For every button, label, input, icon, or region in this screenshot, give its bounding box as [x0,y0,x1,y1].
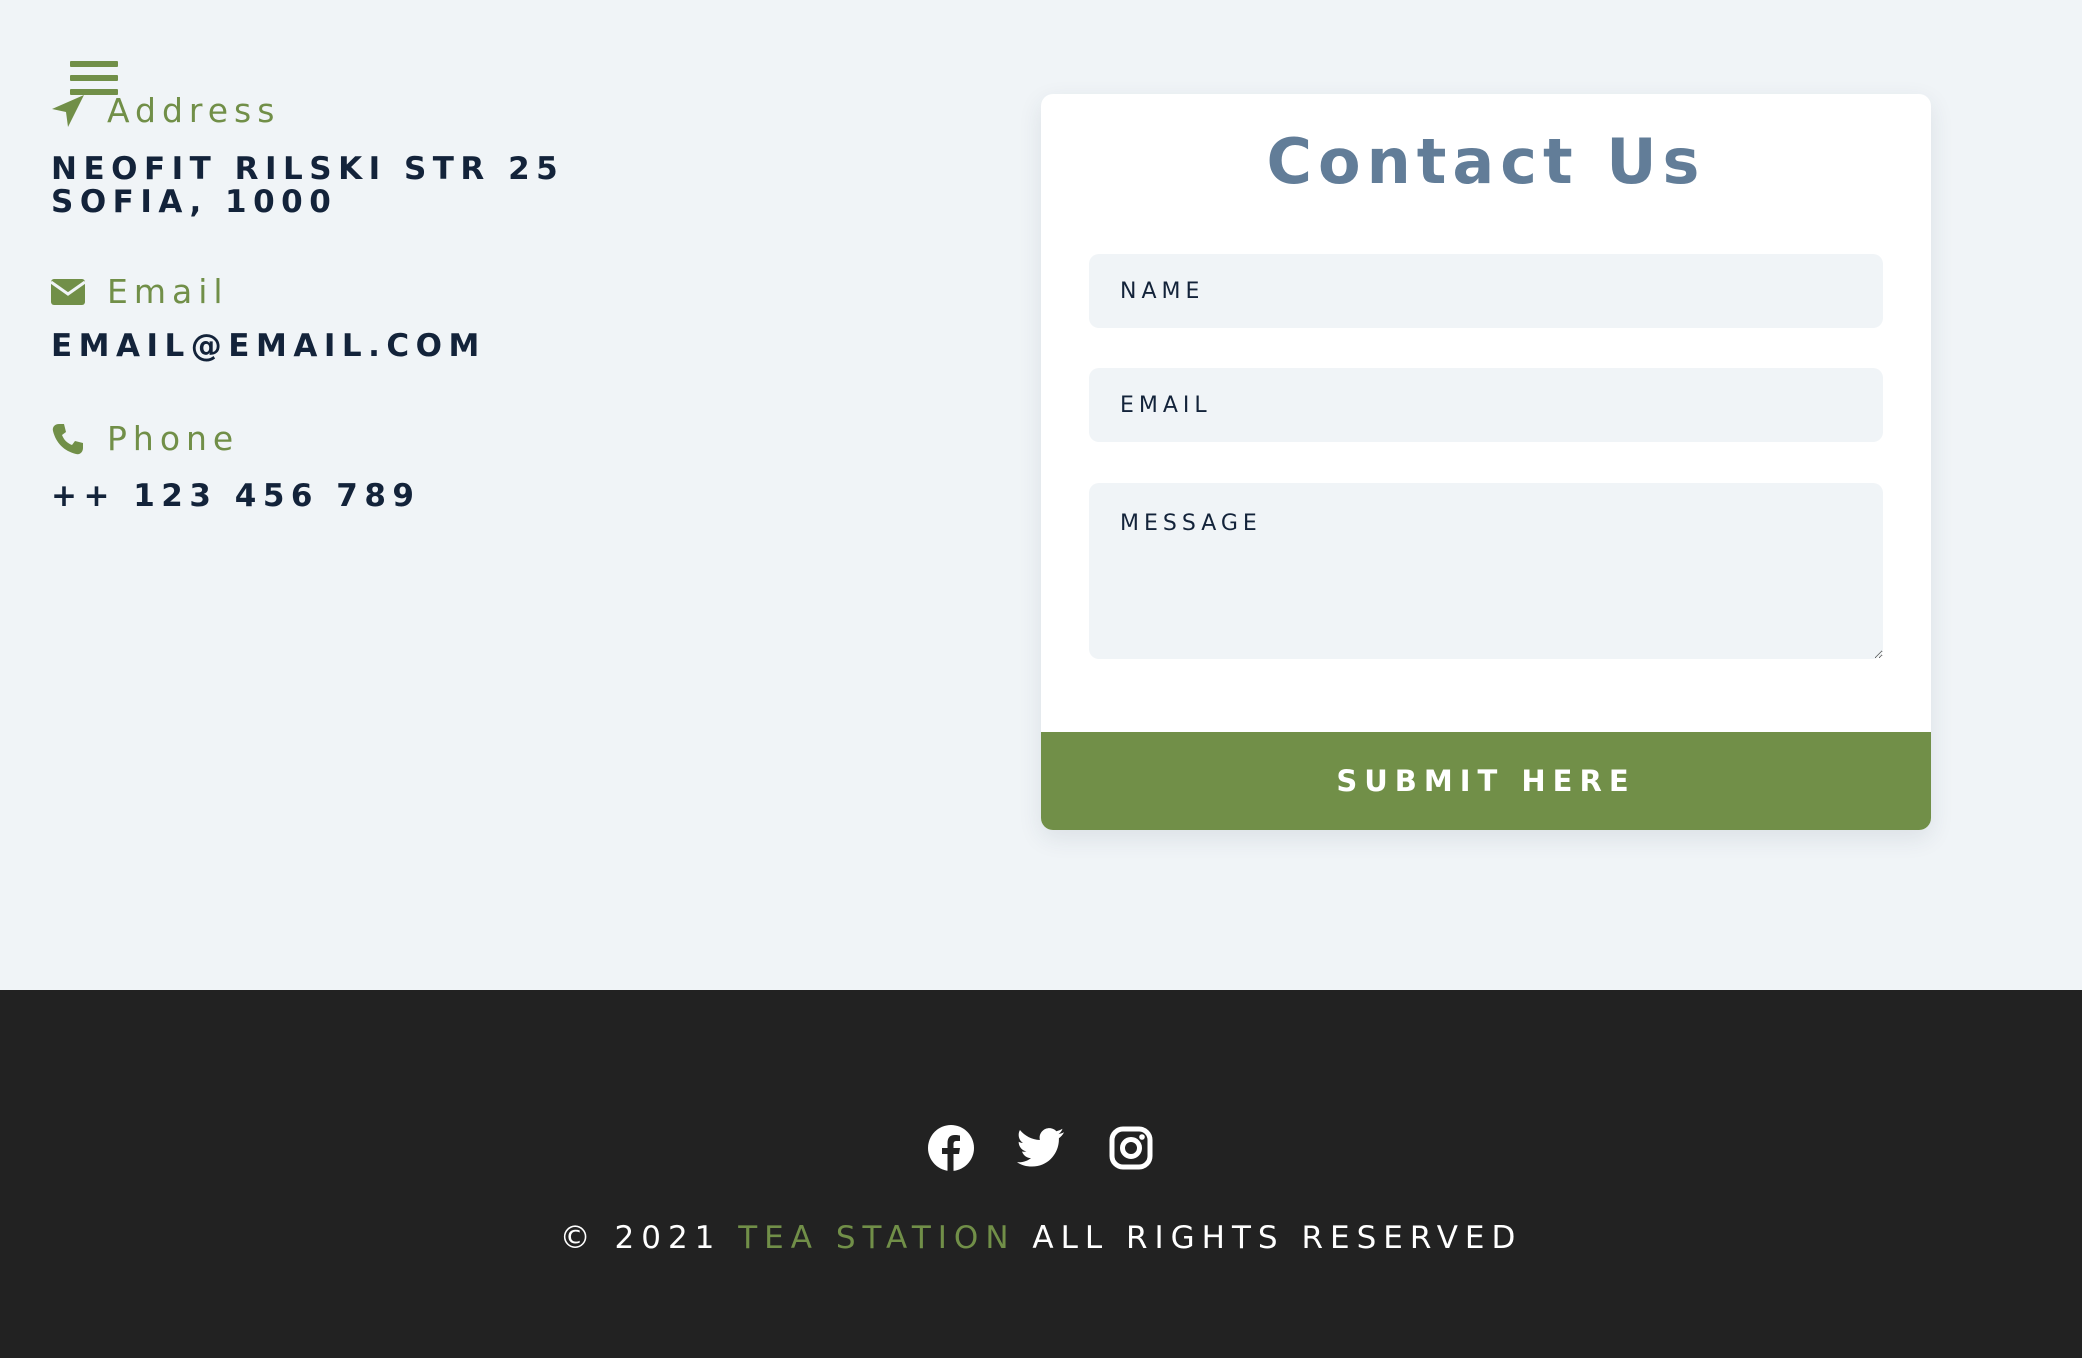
phone-value: ++ 123 456 789 [51,478,421,514]
email-heading: Email [51,272,229,312]
phone-heading: Phone [51,419,239,459]
hamburger-menu-icon[interactable] [70,61,118,95]
email-label: Email [107,272,229,311]
brand-name: TEA STATION [738,1220,1016,1256]
copyright-suffix: ALL RIGHTS RESERVED [1032,1220,1523,1256]
copyright-text: © 2021 TEA STATION ALL RIGHTS RESERVED [0,1218,2082,1258]
contact-form-card: Contact Us SUBMIT HERE [1041,94,1931,830]
menu-bar [70,89,118,95]
address-line-2: SOFIA, 1000 [51,184,338,220]
instagram-icon[interactable] [1107,1124,1155,1172]
message-textarea[interactable] [1089,483,1883,659]
email-input[interactable] [1089,368,1883,442]
location-arrow-icon [51,94,85,128]
phone-icon [51,422,85,456]
footer: © 2021 TEA STATION ALL RIGHTS RESERVED [0,990,2082,1358]
copyright-prefix: © 2021 [559,1220,722,1256]
email-value: EMAIL@EMAIL.COM [51,328,486,364]
address-line-1: NEOFIT RILSKI STR 25 [51,151,565,187]
menu-bar [70,75,118,81]
facebook-icon[interactable] [927,1124,975,1172]
phone-label: Phone [107,419,240,458]
envelope-icon [51,275,85,309]
submit-button[interactable]: SUBMIT HERE [1041,732,1931,830]
contact-form-title: Contact Us [1266,125,1706,198]
social-links [0,1124,2082,1172]
name-input[interactable] [1089,254,1883,328]
address-label: Address [107,91,281,130]
twitter-icon[interactable] [1017,1124,1065,1172]
address-heading: Address [51,91,280,131]
menu-bar [70,61,118,67]
